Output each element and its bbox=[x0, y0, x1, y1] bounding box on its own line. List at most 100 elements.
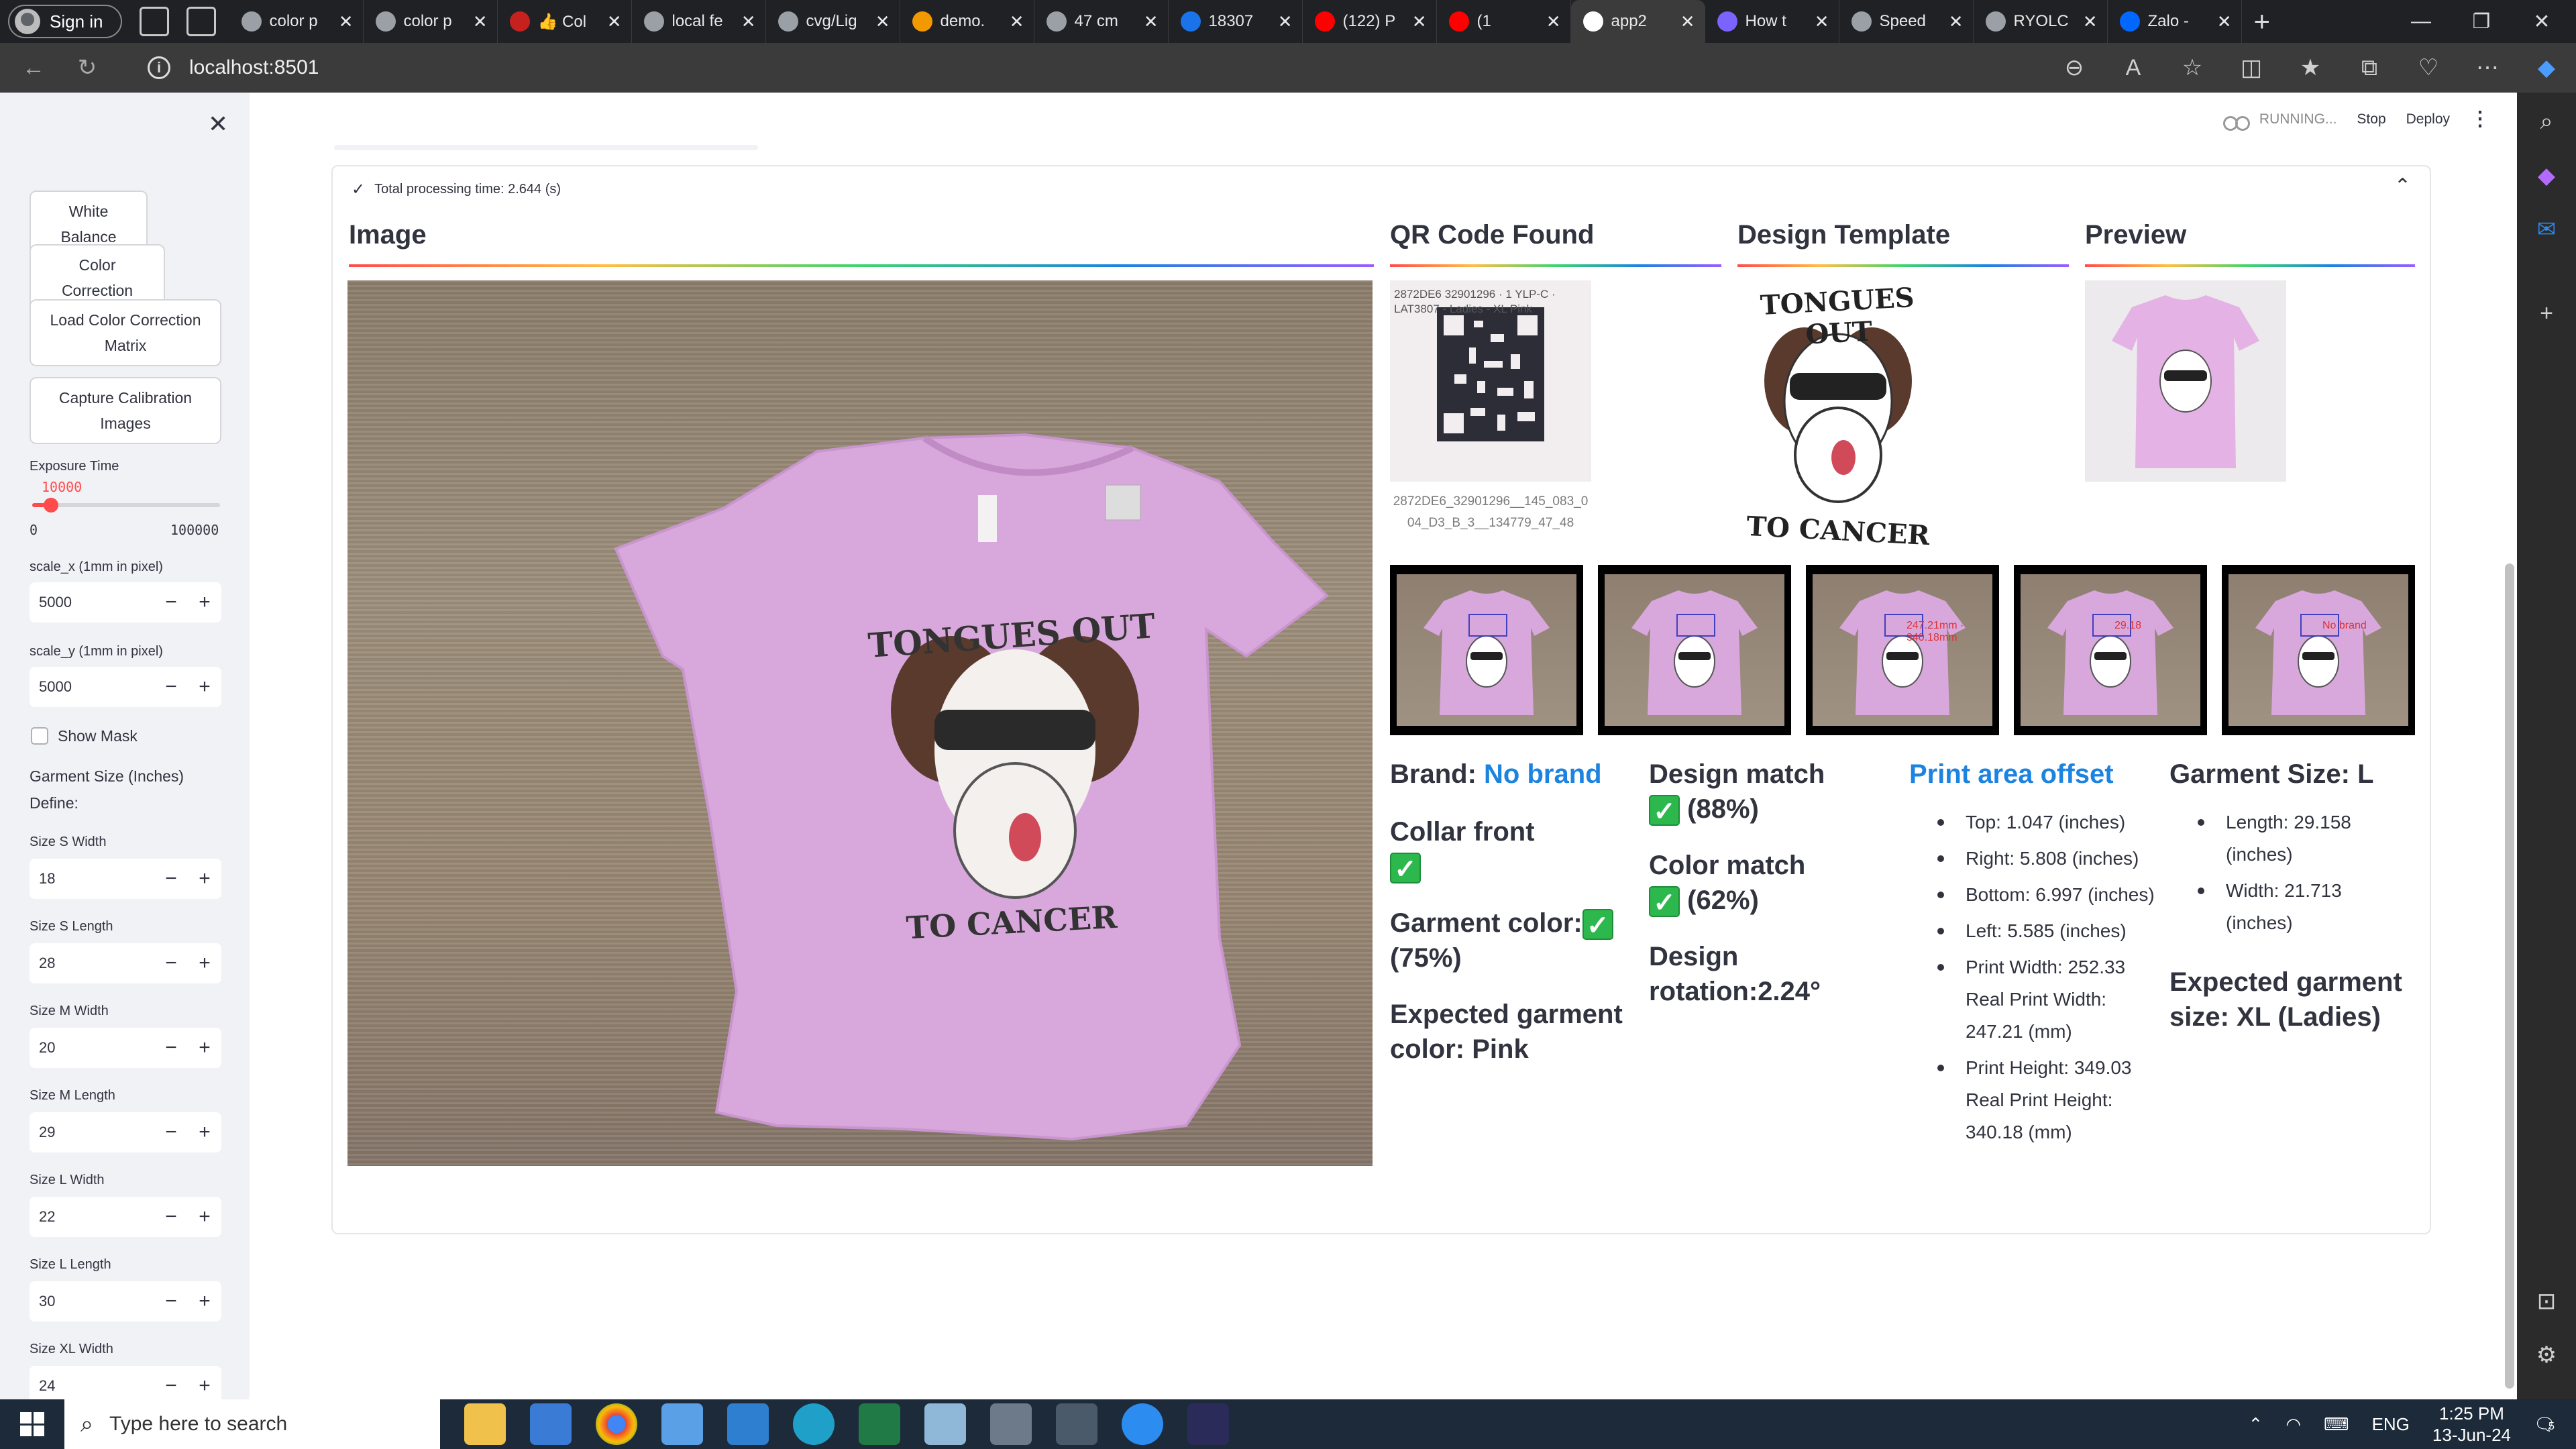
tab-close-icon[interactable]: ✕ bbox=[607, 11, 622, 32]
increment-button[interactable]: + bbox=[188, 1121, 221, 1144]
tab-close-icon[interactable]: ✕ bbox=[1412, 11, 1427, 32]
tab-close-icon[interactable]: ✕ bbox=[1278, 11, 1293, 32]
browser-tab[interactable]: app2 ✕ bbox=[1570, 0, 1705, 43]
tab-close-icon[interactable]: ✕ bbox=[1546, 11, 1561, 32]
edge-icon[interactable] bbox=[793, 1403, 835, 1445]
browser-tab[interactable]: Zalo - ✕ bbox=[2108, 0, 2242, 43]
browser-essentials-icon[interactable]: ♡ bbox=[2399, 54, 2458, 81]
decrement-button[interactable]: − bbox=[154, 1375, 188, 1397]
scale-x-value[interactable]: 5000 bbox=[30, 594, 154, 611]
browser-tab[interactable]: 👍 Col ✕ bbox=[498, 0, 632, 43]
tab-close-icon[interactable]: ✕ bbox=[2083, 11, 2098, 32]
size-input[interactable]: 29− + bbox=[30, 1112, 221, 1152]
app-icon[interactable] bbox=[661, 1403, 703, 1445]
site-info-icon[interactable]: i bbox=[148, 56, 170, 79]
tab-close-icon[interactable]: ✕ bbox=[875, 11, 890, 32]
size-value[interactable]: 30 bbox=[30, 1293, 154, 1310]
copilot-icon[interactable]: ◆ bbox=[2517, 54, 2576, 81]
copilot-sidebar-icon[interactable]: ◆ bbox=[2533, 162, 2560, 189]
size-value[interactable]: 20 bbox=[30, 1039, 154, 1057]
vscode-icon[interactable] bbox=[727, 1403, 769, 1445]
decrement-button[interactable]: − bbox=[154, 867, 188, 890]
browser-tab[interactable]: color p ✕ bbox=[364, 0, 498, 43]
page-scrollbar[interactable] bbox=[2505, 564, 2514, 1389]
split-screen-icon[interactable]: ◫ bbox=[2222, 54, 2281, 81]
browser-tab[interactable]: (122) P ✕ bbox=[1303, 0, 1437, 43]
snipping-icon[interactable] bbox=[990, 1403, 1032, 1445]
read-aloud-icon[interactable]: A bbox=[2104, 55, 2163, 81]
decrement-button[interactable]: − bbox=[154, 1290, 188, 1313]
size-value[interactable]: 18 bbox=[30, 870, 154, 888]
workspaces-icon[interactable] bbox=[139, 7, 169, 36]
taskbar-search[interactable]: ⌕ Type here to search bbox=[64, 1399, 440, 1449]
url-field[interactable]: localhost:8501 bbox=[189, 56, 319, 79]
scale-x-input[interactable]: 5000 − + bbox=[30, 582, 221, 623]
increment-button[interactable]: + bbox=[188, 591, 221, 614]
increment-button[interactable]: + bbox=[188, 1290, 221, 1313]
increment-button[interactable]: + bbox=[188, 1205, 221, 1228]
tab-close-icon[interactable]: ✕ bbox=[473, 11, 488, 32]
browser-tab[interactable]: Speed ✕ bbox=[1839, 0, 1974, 43]
excel-icon[interactable] bbox=[859, 1403, 900, 1445]
tab-close-icon[interactable]: ✕ bbox=[339, 11, 354, 32]
search-icon[interactable]: ⌕ bbox=[2533, 109, 2560, 136]
start-button[interactable] bbox=[20, 1412, 44, 1436]
size-input[interactable]: 22− + bbox=[30, 1197, 221, 1237]
reload-icon[interactable]: ↻ bbox=[67, 54, 107, 81]
minimize-button[interactable]: — bbox=[2391, 0, 2451, 43]
size-value[interactable]: 22 bbox=[30, 1208, 154, 1226]
show-mask-checkbox[interactable] bbox=[31, 727, 48, 745]
file-explorer-icon[interactable] bbox=[464, 1403, 506, 1445]
browser-tab[interactable]: (1 ✕ bbox=[1437, 0, 1571, 43]
decrement-button[interactable]: − bbox=[154, 591, 188, 614]
decrement-button[interactable]: − bbox=[154, 676, 188, 698]
browser-tab[interactable]: 18307 ✕ bbox=[1169, 0, 1303, 43]
close-window-button[interactable]: ✕ bbox=[2512, 0, 2572, 43]
favorites-icon[interactable]: ★ bbox=[2281, 54, 2340, 81]
main-menu-icon[interactable]: ⋮ bbox=[2470, 107, 2490, 131]
tab-close-icon[interactable]: ✕ bbox=[1680, 11, 1695, 32]
deploy-button[interactable]: Deploy bbox=[2406, 111, 2450, 127]
stop-button[interactable]: Stop bbox=[2357, 111, 2385, 127]
zoom-icon[interactable]: ⊖ bbox=[2045, 54, 2104, 81]
size-value[interactable]: 29 bbox=[30, 1124, 154, 1141]
collections-icon[interactable]: ⧉ bbox=[2340, 55, 2399, 81]
new-tab-button[interactable]: + bbox=[2254, 5, 2271, 38]
calculator-icon[interactable] bbox=[1056, 1403, 1097, 1445]
exposure-slider-thumb[interactable] bbox=[44, 498, 58, 513]
expander-header[interactable]: ✓ Total processing time: 2.644 (s) bbox=[352, 180, 561, 199]
wifi-icon[interactable]: ◠ bbox=[2286, 1414, 2301, 1435]
tab-close-icon[interactable]: ✕ bbox=[1949, 11, 1964, 32]
exposure-slider[interactable] bbox=[32, 498, 220, 513]
decrement-button[interactable]: − bbox=[154, 1036, 188, 1059]
increment-button[interactable]: + bbox=[188, 1375, 221, 1397]
browser-tab[interactable]: 47 cm ✕ bbox=[1034, 0, 1169, 43]
decrement-button[interactable]: − bbox=[154, 1121, 188, 1144]
zalo-icon[interactable] bbox=[1122, 1403, 1163, 1445]
browser-tab[interactable]: local fe ✕ bbox=[632, 0, 766, 43]
size-input[interactable]: 24− + bbox=[30, 1366, 221, 1399]
chevron-up-icon[interactable]: ⌃ bbox=[2394, 174, 2411, 198]
increment-button[interactable]: + bbox=[188, 1036, 221, 1059]
tab-close-icon[interactable]: ✕ bbox=[741, 11, 756, 32]
browser-tab[interactable]: color p ✕ bbox=[229, 0, 364, 43]
chrome-icon[interactable] bbox=[596, 1403, 637, 1445]
sign-in-button[interactable]: Sign in bbox=[8, 5, 122, 38]
decrement-button[interactable]: − bbox=[154, 952, 188, 975]
language-indicator[interactable]: ENG bbox=[2372, 1414, 2410, 1435]
browser-tab[interactable]: cvg/Lig ✕ bbox=[766, 0, 900, 43]
decrement-button[interactable]: − bbox=[154, 1205, 188, 1228]
size-input[interactable]: 18− + bbox=[30, 859, 221, 899]
close-icon[interactable]: ✕ bbox=[208, 110, 228, 138]
settings-gear-icon[interactable]: ⚙ bbox=[2533, 1342, 2560, 1368]
tab-close-icon[interactable]: ✕ bbox=[2217, 11, 2232, 32]
increment-button[interactable]: + bbox=[188, 676, 221, 698]
browser-tab[interactable]: RYOLC ✕ bbox=[1974, 0, 2108, 43]
tab-close-icon[interactable]: ✕ bbox=[1815, 11, 1829, 32]
add-icon[interactable]: + bbox=[2533, 301, 2560, 327]
tray-chevron-icon[interactable]: ⌃ bbox=[2249, 1414, 2263, 1435]
back-icon[interactable]: ← bbox=[13, 55, 54, 81]
restore-button[interactable]: ❐ bbox=[2451, 0, 2512, 43]
favorite-star-icon[interactable]: ☆ bbox=[2163, 54, 2222, 81]
tab-close-icon[interactable]: ✕ bbox=[1010, 11, 1024, 32]
